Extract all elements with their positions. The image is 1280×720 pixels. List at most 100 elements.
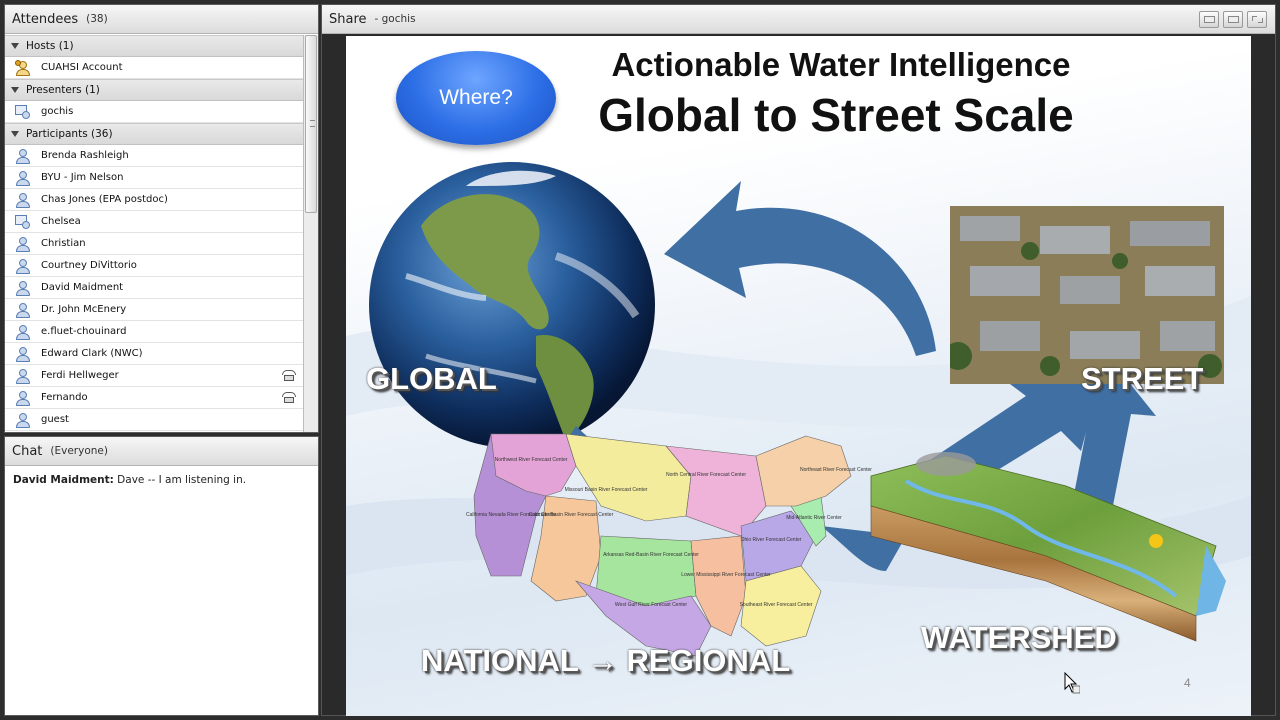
attendee-name: David Maidment xyxy=(41,282,124,293)
presenter-icon xyxy=(15,214,31,230)
attendee-row[interactable]: Christian xyxy=(5,233,304,255)
fullscreen-button[interactable] xyxy=(1247,11,1267,28)
user-icon xyxy=(15,302,31,318)
group-header-hosts[interactable]: Hosts (1) xyxy=(5,35,304,57)
group-header-presenters[interactable]: Presenters (1) xyxy=(5,79,304,101)
attendee-row[interactable]: Chas Jones (EPA postdoc) xyxy=(5,189,304,211)
attendee-name: e.fluet-chouinard xyxy=(41,326,127,337)
attendee-row[interactable]: e.fluet-chouinard xyxy=(5,321,304,343)
map-region-label: Missouri Basin River Forecast Center xyxy=(565,487,648,493)
attendees-header: Attendees (38) xyxy=(5,5,318,34)
attendees-pod: Attendees (38) Hosts (1) CUAHSI Account Pr… xyxy=(4,4,319,433)
chat-text: Dave -- I am listening in. xyxy=(117,474,247,486)
attendee-list: Hosts (1) CUAHSI Account Presenters (1) goc… xyxy=(5,35,304,432)
presenter-icon xyxy=(15,104,31,120)
flooded-street-photo xyxy=(950,206,1224,384)
group-header-participants[interactable]: Participants (36) xyxy=(5,123,304,145)
chat-sender: David Maidment: xyxy=(13,474,114,486)
photo-graphics xyxy=(950,206,1224,384)
share-header: Share - gochis xyxy=(322,5,1275,34)
slide-title: Actionable Water Intelligence xyxy=(611,46,1071,83)
group-label: Participants (36) xyxy=(26,128,113,140)
attendee-row[interactable]: guest xyxy=(5,409,304,431)
attendee-name: Dr. John McEnery xyxy=(41,304,127,315)
attendee-row[interactable]: Ferdi Hellweger xyxy=(5,365,304,387)
user-icon xyxy=(15,412,31,428)
label-street: STREET xyxy=(1081,361,1204,396)
grip-icon xyxy=(310,120,315,127)
attendee-scrollbar[interactable] xyxy=(303,35,318,432)
user-icon xyxy=(15,346,31,362)
share-title: Share xyxy=(329,11,367,27)
user-icon xyxy=(15,192,31,208)
user-icon xyxy=(15,324,31,340)
attendee-row[interactable]: David Maidment xyxy=(5,277,304,299)
user-icon xyxy=(15,236,31,252)
attendee-name: gochis xyxy=(41,106,74,117)
attendee-name: guest xyxy=(41,414,69,425)
share-presenter: - gochis xyxy=(374,13,416,25)
attendee-name: Edward Clark (NWC) xyxy=(41,348,143,359)
share-pod: Share - gochis Northwest River Forecast … xyxy=(321,4,1276,716)
attendee-row[interactable]: CUAHSI Account xyxy=(5,57,304,79)
attendee-row[interactable]: Dr. John McEnery xyxy=(5,299,304,321)
collapse-triangle-icon[interactable] xyxy=(11,131,19,137)
attendees-title: Attendees xyxy=(12,11,79,27)
attendee-name: CUAHSI Account xyxy=(41,62,123,73)
presentation-slide: Northwest River Forecast Center Missouri … xyxy=(346,36,1251,716)
attendee-row[interactable]: Chelsea xyxy=(5,211,304,233)
map-region-label: Arkansas Red-Basin River Forecast Center xyxy=(603,552,699,558)
label-national-regional: NATIONAL → REGIONAL xyxy=(421,643,791,678)
map-region-label: Mid-Atlantic River Center xyxy=(786,515,842,521)
user-icon xyxy=(15,368,31,384)
attendee-name: Courtney DiVittorio xyxy=(41,260,137,271)
map-region-label: Northeast River Forecast Center xyxy=(800,467,872,473)
window-icon xyxy=(1204,16,1215,23)
attendee-row[interactable]: gochis xyxy=(5,101,304,123)
chat-header: Chat (Everyone) xyxy=(5,437,318,466)
attendees-count: (38) xyxy=(86,13,108,25)
fullscreen-icon xyxy=(1252,16,1263,23)
label-global: GLOBAL xyxy=(366,361,497,396)
group-label: Hosts (1) xyxy=(26,40,74,52)
map-region-label: West Gulf River Forecast Center xyxy=(615,602,687,608)
attendee-name: Christian xyxy=(41,238,86,249)
slide-subtitle: Global to Street Scale xyxy=(598,89,1074,141)
watershed-illustration xyxy=(870,452,1226,642)
attendee-name: Chas Jones (EPA postdoc) xyxy=(41,194,168,205)
map-region-label: North Central River Forecast Center xyxy=(666,472,746,478)
label-watershed: WATERSHED xyxy=(921,620,1117,655)
map-region-label: Northwest River Forecast Center xyxy=(495,457,568,463)
attendee-name: Ferdi Hellweger xyxy=(41,370,119,381)
share-window-controls xyxy=(1199,11,1267,28)
chat-scope[interactable]: (Everyone) xyxy=(50,445,108,457)
user-icon xyxy=(15,170,31,186)
attendee-row[interactable]: Edward Clark (NWC) xyxy=(5,343,304,365)
where-button: Where? xyxy=(396,51,556,145)
user-icon xyxy=(15,280,31,296)
attendee-name: Brenda Rashleigh xyxy=(41,150,129,161)
map-region-label: Ohio River Forecast Center xyxy=(741,537,802,543)
attendee-row[interactable]: Courtney DiVittorio xyxy=(5,255,304,277)
chat-title: Chat xyxy=(12,443,43,459)
scrollbar-thumb[interactable] xyxy=(305,35,317,213)
group-label: Presenters (1) xyxy=(26,84,100,96)
actual-size-button[interactable] xyxy=(1223,11,1243,28)
telephone-icon xyxy=(282,392,296,403)
curved-arrow-icon xyxy=(664,181,936,356)
attendee-row[interactable]: Fernando xyxy=(5,387,304,409)
chat-pod: Chat (Everyone) David Maidment: Dave -- … xyxy=(4,436,319,716)
earth-globe xyxy=(369,162,655,448)
collapse-triangle-icon[interactable] xyxy=(11,43,19,49)
attendee-name: Chelsea xyxy=(41,216,81,227)
host-icon xyxy=(15,59,31,76)
slide-page-number: 4 xyxy=(1184,676,1191,690)
collapse-triangle-icon[interactable] xyxy=(11,87,19,93)
map-region-label: Lower Mississippi River Forecast Center xyxy=(681,572,771,578)
map-region-label: Colorado Basin River Forecast Center xyxy=(529,512,614,518)
user-icon xyxy=(15,148,31,164)
attendee-row[interactable]: BYU - Jim Nelson xyxy=(5,167,304,189)
attendee-row[interactable]: Brenda Rashleigh xyxy=(5,145,304,167)
fit-view-button[interactable] xyxy=(1199,11,1219,28)
user-icon xyxy=(15,258,31,274)
